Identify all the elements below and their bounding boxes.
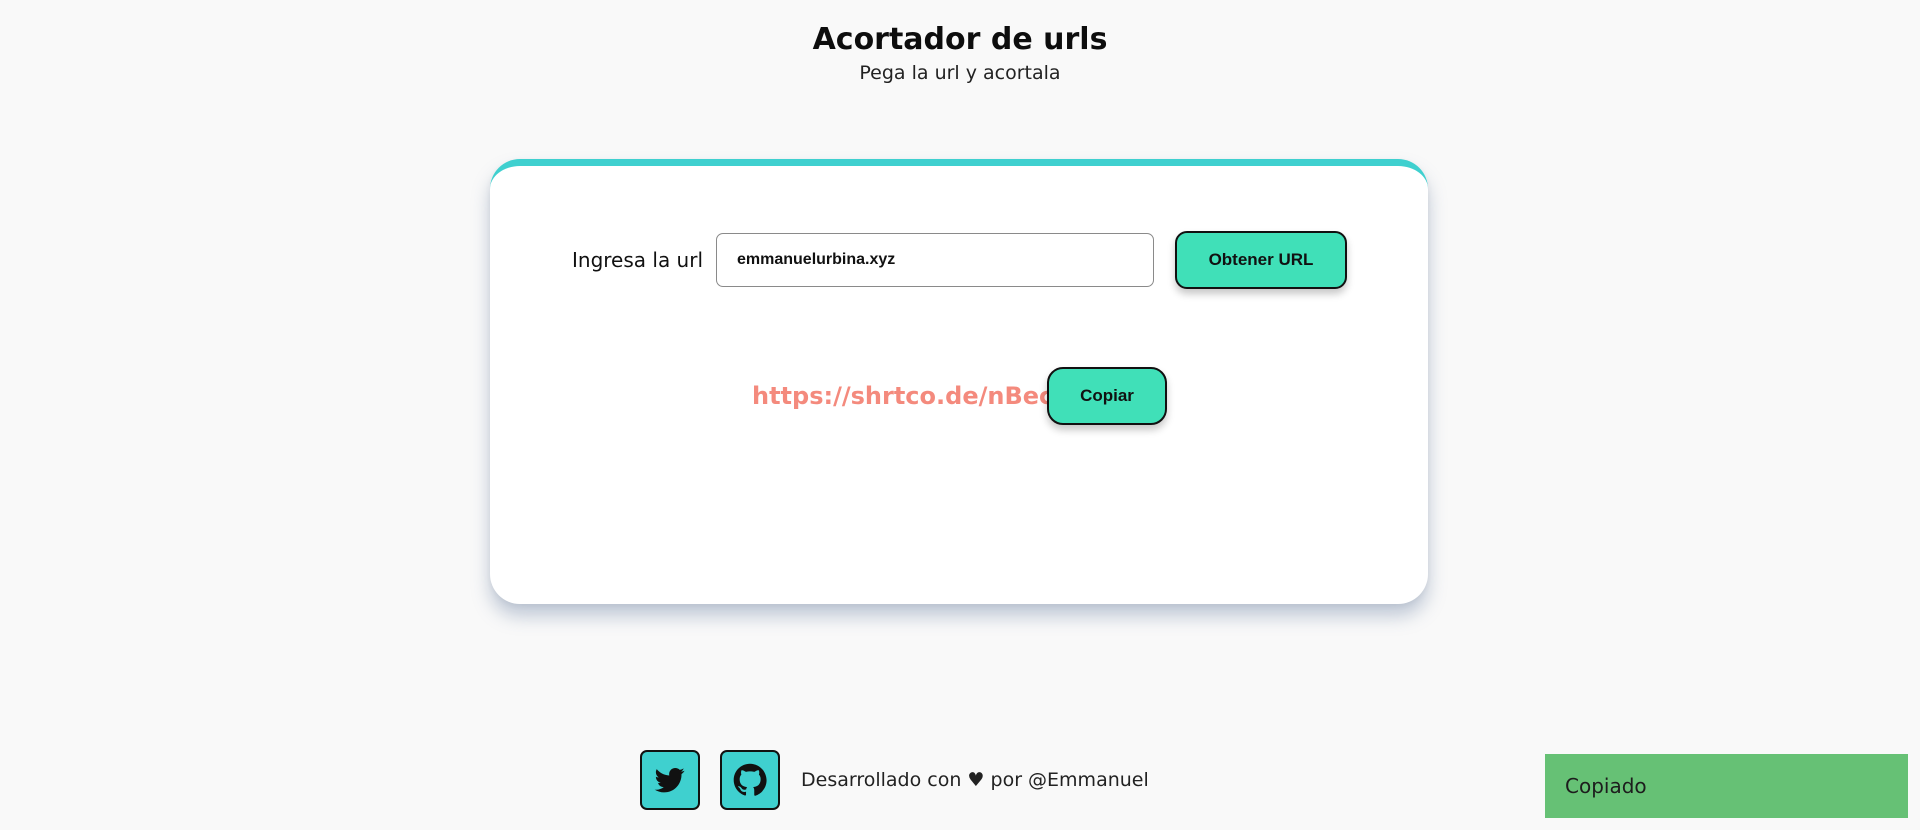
get-url-button[interactable]: Obtener URL [1175,231,1347,289]
page: Acortador de urls Pega la url y acortala… [0,0,1920,830]
url-label: Ingresa la url [572,248,704,272]
github-icon [733,763,767,796]
copied-toast: Copiado [1545,754,1908,818]
footer-credit: Desarrollado con ♥ por @Emmanuel [801,769,1149,791]
short-url-link[interactable]: https://shrtco.de/nBec5w [752,382,1092,410]
github-button[interactable] [720,750,780,810]
header: Acortador de urls Pega la url y acortala [0,20,1920,86]
page-title: Acortador de urls [812,22,1108,57]
footer: Desarrollado con ♥ por @Emmanuel [640,750,1149,810]
page-subtitle: Pega la url y acortala [859,62,1061,84]
shortener-card: Ingresa la url Obtener URL https://shrtc… [490,159,1428,604]
twitter-button[interactable] [640,750,700,810]
url-input[interactable] [716,233,1154,287]
twitter-icon [654,768,685,793]
copy-button[interactable]: Copiar [1047,367,1167,425]
